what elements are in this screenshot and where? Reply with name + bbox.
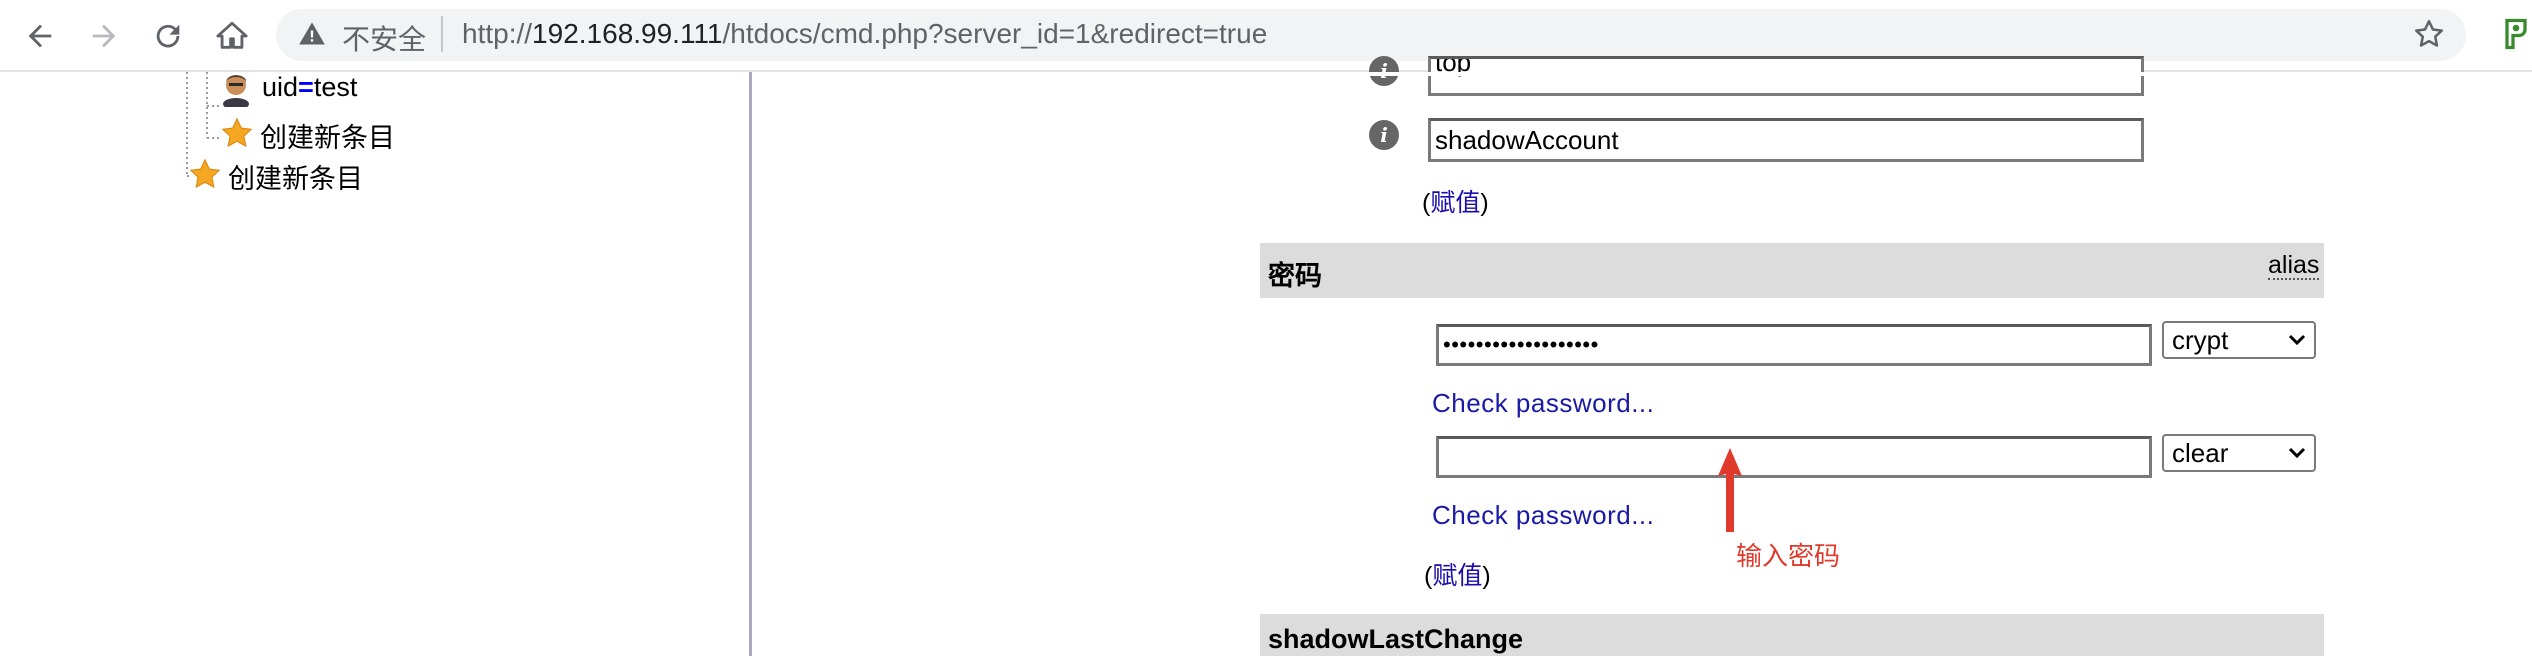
annotation-label: 输入密码 — [1736, 541, 1841, 571]
extension-icon[interactable] — [2500, 16, 2532, 57]
shadowlastchange-section-title: shadowLastChange — [1268, 624, 1524, 654]
url-host: 192.168.99.111 — [532, 18, 723, 49]
tree-connectors — [186, 72, 222, 177]
hash-type-value: clear — [2172, 437, 2229, 468]
pane-divider[interactable] — [749, 72, 752, 656]
back-icon[interactable] — [18, 14, 62, 58]
objectclass-input[interactable]: top — [1428, 56, 2144, 96]
objectclass-value: shadowAccount — [1435, 125, 1619, 155]
create-sibling-entry-link[interactable]: 创建新条目 — [228, 157, 363, 196]
check-password-link[interactable]: Check password... — [1432, 388, 1654, 419]
home-icon[interactable] — [210, 14, 254, 58]
url-separator — [441, 16, 443, 52]
paren-close: ) — [1480, 189, 1489, 217]
star-icon — [220, 116, 254, 155]
annotation-arrow — [1718, 448, 1742, 532]
assign-value-link[interactable]: 赋值 — [1432, 562, 1482, 590]
objectclass-input[interactable]: shadowAccount — [1428, 118, 2144, 162]
bookmark-star-icon[interactable] — [2412, 17, 2446, 56]
check-password-link[interactable]: Check password... — [1432, 500, 1654, 531]
browser-toolbar: 不安全 http://192.168.99.111/htdocs/cmd.php… — [0, 0, 2532, 72]
reload-icon[interactable] — [146, 14, 190, 58]
password-confirm-input[interactable] — [1436, 436, 2152, 478]
entry-value: test — [313, 72, 358, 102]
tree-entry-uid-test[interactable]: uid=test — [262, 72, 357, 103]
assign-link-group: (赋值) — [1424, 556, 1491, 592]
url-path: /htdocs/cmd.php?server_id=1&redirect=tru… — [722, 18, 1268, 49]
warning-icon[interactable] — [298, 20, 326, 53]
chevron-down-icon — [2288, 447, 2306, 459]
info-icon[interactable]: i — [1369, 56, 1399, 86]
password-section-header — [1260, 243, 2324, 298]
hash-type-select[interactable]: crypt — [2162, 321, 2316, 359]
entry-eq: = — [298, 72, 314, 102]
scroll-mask — [1360, 72, 2160, 76]
create-child-entry-link[interactable]: 创建新条目 — [260, 116, 395, 155]
chevron-down-icon — [2288, 334, 2306, 346]
star-icon — [188, 157, 222, 196]
assign-value-link[interactable]: 赋值 — [1430, 189, 1480, 217]
password-section-title: 密码 — [1268, 261, 1322, 291]
info-icon[interactable]: i — [1369, 120, 1399, 150]
tree-pane: uid=test 创建新条目 创建新条目 — [16, 72, 750, 656]
url-prefix: http:// — [462, 18, 533, 49]
forward-icon[interactable] — [82, 14, 126, 58]
password-alias-label[interactable]: alias — [2268, 252, 2320, 280]
assign-link-group: (赋值) — [1422, 183, 1489, 219]
paren-close: ) — [1482, 562, 1491, 590]
user-avatar-icon — [220, 71, 252, 112]
security-label[interactable]: 不安全 — [342, 18, 426, 58]
password-input[interactable]: ••••••••••••••••••• — [1436, 324, 2152, 366]
url-text[interactable]: http://192.168.99.111/htdocs/cmd.php?ser… — [462, 18, 1267, 50]
hash-type-select[interactable]: clear — [2162, 434, 2316, 472]
entry-attr: uid — [262, 72, 299, 102]
hash-type-value: crypt — [2172, 324, 2229, 355]
